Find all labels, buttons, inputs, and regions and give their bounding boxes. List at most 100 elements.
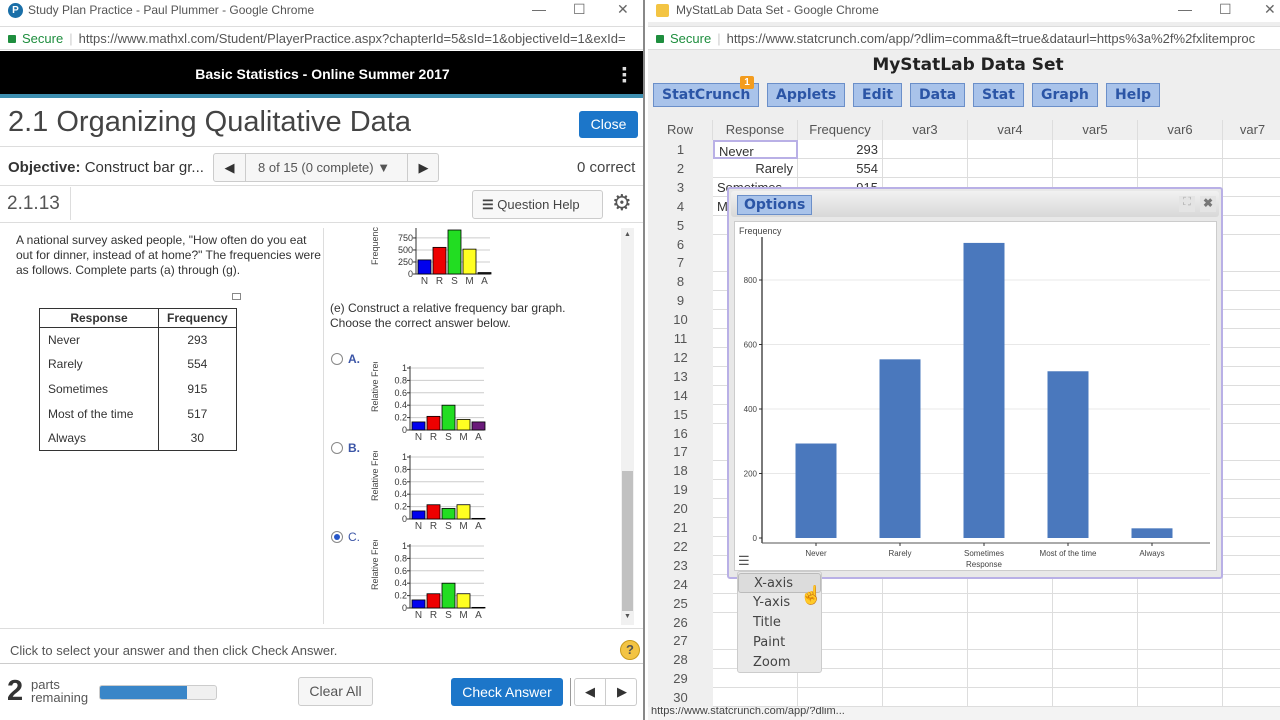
- scrollbar[interactable]: ▲ ▼: [621, 228, 634, 625]
- grid-cell[interactable]: [1138, 688, 1223, 708]
- grid-cell[interactable]: [883, 631, 968, 651]
- grid-cell[interactable]: [968, 158, 1053, 178]
- row-number[interactable]: 4: [648, 196, 713, 216]
- menu-stat[interactable]: Stat: [973, 83, 1024, 107]
- close-window-icon[interactable]: ✕: [617, 1, 629, 18]
- grid-cell[interactable]: [1053, 631, 1138, 651]
- radio-button[interactable]: [331, 353, 343, 365]
- grid-cell[interactable]: [1223, 631, 1280, 651]
- grid-cell[interactable]: [1138, 669, 1223, 689]
- address-bar[interactable]: Secure | https://www.mathxl.com/Student/Pl…: [0, 26, 643, 50]
- close-button[interactable]: Close: [579, 111, 638, 138]
- grid-cell[interactable]: [1223, 366, 1280, 386]
- menu-edit[interactable]: Edit: [853, 83, 903, 107]
- grid-cell[interactable]: [1053, 669, 1138, 689]
- scrollbar-thumb[interactable]: [622, 471, 633, 611]
- row-number[interactable]: 30: [648, 688, 713, 708]
- row-number[interactable]: 20: [648, 499, 713, 519]
- grid-cell[interactable]: [883, 688, 968, 708]
- question-help-button[interactable]: ☰ Question Help: [472, 190, 603, 219]
- grid-cell[interactable]: [1223, 291, 1280, 311]
- grid-cell[interactable]: [1223, 140, 1280, 159]
- check-answer-button[interactable]: Check Answer: [451, 678, 563, 706]
- row-number[interactable]: 6: [648, 234, 713, 254]
- grid-cell[interactable]: [1053, 688, 1138, 708]
- row-number[interactable]: 21: [648, 518, 713, 537]
- row-number[interactable]: 19: [648, 480, 713, 500]
- question-selector[interactable]: 8 of 15 (0 complete) ▼: [258, 160, 390, 175]
- grid-cell[interactable]: [1223, 329, 1280, 348]
- grid-cell[interactable]: [1223, 499, 1280, 519]
- grid-cell[interactable]: [968, 612, 1053, 632]
- row-number[interactable]: 27: [648, 631, 713, 651]
- menu-data[interactable]: Data: [910, 83, 966, 107]
- grid-cell[interactable]: [1223, 196, 1280, 216]
- row-number[interactable]: 26: [648, 612, 713, 632]
- grid-cell[interactable]: [968, 631, 1053, 651]
- grid-cell[interactable]: [1223, 461, 1280, 481]
- grid-cell[interactable]: [1223, 177, 1280, 197]
- prev-part-button[interactable]: ◀: [575, 679, 606, 705]
- next-part-button[interactable]: ▶: [607, 679, 637, 705]
- row-number[interactable]: 28: [648, 650, 713, 670]
- menu-graph[interactable]: Graph: [1032, 83, 1098, 107]
- grid-cell[interactable]: [1053, 593, 1138, 613]
- grid-cell[interactable]: [968, 650, 1053, 670]
- row-number[interactable]: 1: [648, 140, 713, 159]
- row-number[interactable]: 23: [648, 555, 713, 575]
- close-window-icon[interactable]: ✕: [1264, 1, 1276, 18]
- column-header[interactable]: var5: [1053, 120, 1138, 140]
- grid-cell[interactable]: [1223, 272, 1280, 292]
- grid-cell[interactable]: [1138, 140, 1223, 159]
- row-number[interactable]: 3: [648, 177, 713, 197]
- row-number[interactable]: 2: [648, 158, 713, 178]
- row-number[interactable]: 13: [648, 366, 713, 386]
- grid-cell[interactable]: [1138, 158, 1223, 178]
- next-question-button[interactable]: ▶: [407, 154, 439, 181]
- minimize-icon[interactable]: —: [532, 1, 546, 17]
- column-header[interactable]: var7: [1223, 120, 1280, 140]
- grid-cell[interactable]: [1223, 423, 1280, 443]
- grid-cell[interactable]: [883, 612, 968, 632]
- grid-cell[interactable]: Never: [713, 140, 798, 159]
- grid-cell[interactable]: [1138, 631, 1223, 651]
- row-number[interactable]: 25: [648, 593, 713, 613]
- grid-cell[interactable]: [968, 669, 1053, 689]
- grid-cell[interactable]: [1223, 442, 1280, 462]
- context-menu-title[interactable]: Title: [738, 613, 821, 633]
- grid-cell[interactable]: [968, 688, 1053, 708]
- grid-cell[interactable]: [1223, 536, 1280, 556]
- grid-cell[interactable]: [1223, 593, 1280, 613]
- radio-button[interactable]: [331, 442, 343, 454]
- row-number[interactable]: 14: [648, 385, 713, 405]
- grid-cell[interactable]: [1223, 158, 1280, 178]
- options-button[interactable]: Options: [737, 195, 813, 215]
- url-text[interactable]: https://www.statcrunch.com/app/?dlim=com…: [727, 31, 1256, 46]
- maximize-icon[interactable]: ☐: [573, 1, 586, 18]
- row-number[interactable]: 11: [648, 329, 713, 348]
- grid-cell[interactable]: [883, 650, 968, 670]
- minimize-icon[interactable]: —: [1178, 1, 1192, 17]
- settings-gear-icon[interactable]: ⚙: [612, 190, 632, 216]
- grid-cell[interactable]: [1138, 612, 1223, 632]
- grid-cell[interactable]: [883, 669, 968, 689]
- row-number[interactable]: 15: [648, 404, 713, 424]
- grid-cell[interactable]: [1223, 669, 1280, 689]
- close-graph-icon[interactable]: ✖: [1200, 196, 1216, 212]
- column-header[interactable]: Response: [713, 120, 798, 140]
- grid-cell[interactable]: [1223, 310, 1280, 330]
- maximize-icon[interactable]: ☐: [1219, 1, 1232, 18]
- grid-cell[interactable]: 293: [798, 140, 883, 159]
- url-text[interactable]: https://www.mathxl.com/Student/PlayerPra…: [79, 31, 626, 46]
- grid-cell[interactable]: [1138, 593, 1223, 613]
- grid-cell[interactable]: [1138, 650, 1223, 670]
- grid-cell[interactable]: [1053, 158, 1138, 178]
- grid-cell[interactable]: [883, 140, 968, 159]
- context-menu-paint[interactable]: Paint: [738, 633, 821, 653]
- grid-cell[interactable]: [1223, 555, 1280, 575]
- grid-cell[interactable]: [883, 158, 968, 178]
- row-number[interactable]: 18: [648, 461, 713, 481]
- row-number[interactable]: 29: [648, 669, 713, 689]
- column-header[interactable]: Row: [648, 120, 713, 140]
- menu-help[interactable]: Help: [1106, 83, 1161, 107]
